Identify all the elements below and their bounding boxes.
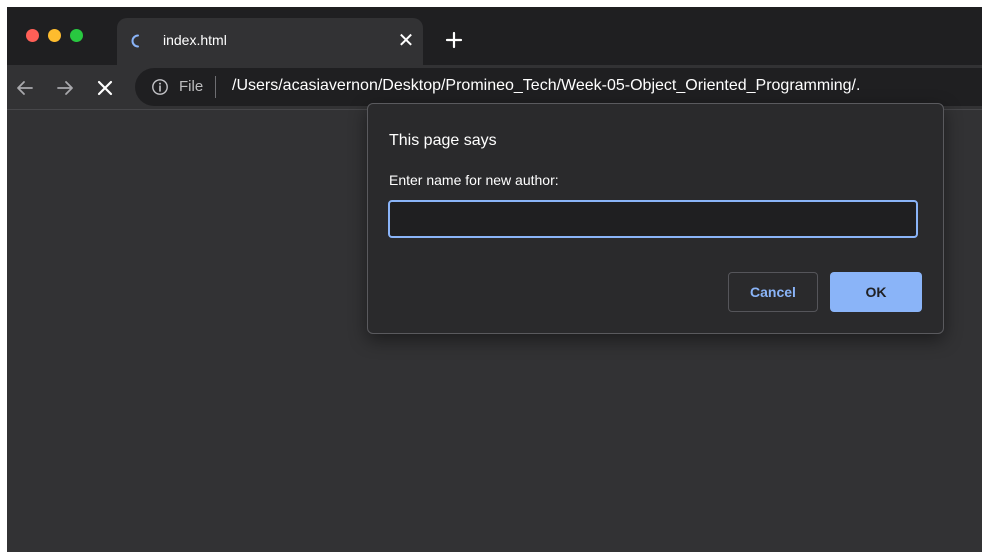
tab-index-html[interactable]: index.html ✕: [117, 18, 423, 65]
prompt-dialog: This page says Enter name for new author…: [367, 103, 944, 334]
author-name-input[interactable]: [388, 200, 918, 238]
stop-loading-close-icon[interactable]: [93, 76, 117, 100]
forward-arrow-icon[interactable]: [53, 76, 77, 100]
address-bar[interactable]: File /Users/acasiavernon/Desktop/Promine…: [135, 68, 982, 106]
cancel-button[interactable]: Cancel: [728, 272, 818, 312]
browser-window: index.html ✕ File /Users/acasiavernon/De…: [7, 7, 982, 552]
info-icon[interactable]: [151, 78, 169, 96]
url-scheme-label: File: [179, 78, 204, 95]
tab-close-icon[interactable]: ✕: [395, 30, 417, 52]
new-tab-plus-icon[interactable]: [443, 29, 465, 51]
ok-button[interactable]: OK: [830, 272, 922, 312]
tab-title: index.html: [163, 32, 227, 48]
address-bar-divider: [215, 76, 216, 98]
loading-spinner-icon: [131, 34, 145, 48]
tab-strip: index.html ✕: [7, 7, 982, 65]
window-close-button[interactable]: [26, 29, 39, 42]
window-minimize-button[interactable]: [48, 29, 61, 42]
window-maximize-button[interactable]: [70, 29, 83, 42]
dialog-title: This page says: [389, 132, 497, 149]
back-arrow-icon[interactable]: [13, 76, 37, 100]
dialog-message: Enter name for new author:: [389, 172, 559, 188]
url-text[interactable]: /Users/acasiavernon/Desktop/Promineo_Tec…: [232, 77, 860, 95]
